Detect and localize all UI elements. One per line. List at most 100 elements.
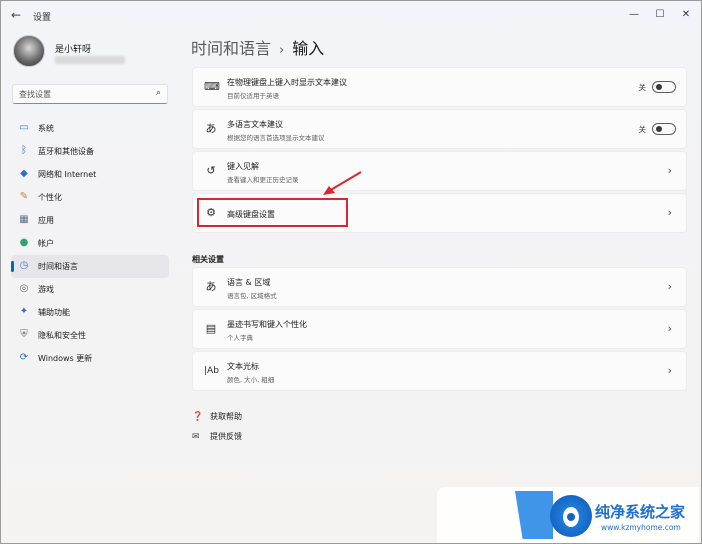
card-title: 键入见解: [227, 162, 259, 171]
breadcrumb-separator: ›: [279, 43, 285, 58]
watermark-title: 纯净系统之家: [595, 503, 686, 521]
watermark: 纯净系统之家 www.kzmyhome.com: [437, 487, 699, 543]
sidebar-item-label: 时间和语言: [38, 262, 78, 271]
title-bar: ← 设置 — ☐ ✕: [1, 1, 701, 31]
sidebar-item-bluetooth[interactable]: ᛒ 蓝牙和其他设备: [11, 140, 169, 163]
bluetooth-icon: ᛒ: [21, 145, 27, 156]
card-subtitle: 根据您的语言首选项显示文本建议: [227, 134, 325, 142]
avatar: [13, 35, 45, 67]
sidebar-item-time-language[interactable]: ◷ 时间和语言: [11, 255, 169, 278]
give-feedback-label: 提供反馈: [210, 432, 242, 441]
chevron-right-icon: ›: [667, 206, 672, 219]
card-title: 墨迹书写和键入个性化: [227, 320, 307, 329]
chevron-right-icon: ›: [667, 164, 672, 177]
setting-card-inking-typing[interactable]: ▤ 墨迹书写和键入个性化 个人字典 ›: [192, 309, 687, 349]
give-feedback-link[interactable]: ✉ 提供反馈: [192, 431, 242, 442]
wifi-icon: ◆: [20, 168, 28, 179]
page-title: 输入: [292, 39, 325, 58]
language-icon: あ: [205, 122, 217, 135]
notebook-icon: ▤: [205, 322, 217, 335]
sidebar-item-label: 帐户: [38, 239, 54, 248]
active-indicator: [11, 261, 14, 272]
maximize-button[interactable]: ☐: [647, 5, 673, 25]
sidebar-item-accounts[interactable]: ● 帐户: [11, 232, 169, 255]
card-title: 语言 & 区域: [227, 278, 271, 287]
sidebar-item-system[interactable]: ▭ 系统: [11, 117, 169, 140]
close-button[interactable]: ✕: [673, 5, 699, 25]
breadcrumb: 时间和语言 › 输入: [191, 35, 324, 59]
setting-card-language-region[interactable]: あ 语言 & 区域 语言包, 区域格式 ›: [192, 267, 687, 307]
feedback-icon: ✉: [192, 432, 200, 442]
card-title: 在物理键盘上键入时显示文本建议: [227, 78, 347, 87]
chevron-right-icon: ›: [667, 364, 672, 377]
window-title: 设置: [33, 13, 52, 23]
card-subtitle: 查看键入和更正历史记录: [227, 176, 299, 184]
toggle-state-label: 关: [638, 125, 647, 134]
watermark-logo-icon: [550, 495, 592, 537]
chevron-right-icon: ›: [667, 280, 672, 293]
card-subtitle: 颜色, 大小, 粗细: [227, 376, 275, 384]
sidebar-item-label: 蓝牙和其他设备: [38, 147, 94, 156]
sidebar-nav: ▭ 系统 ᛒ 蓝牙和其他设备 ◆ 网络和 Internet ✎ 个性化 ▦ 应用…: [11, 117, 169, 370]
keyboard-icon: ⌨: [204, 80, 220, 93]
sidebar-item-apps[interactable]: ▦ 应用: [11, 209, 169, 232]
sidebar-item-personalization[interactable]: ✎ 个性化: [11, 186, 169, 209]
accessibility-icon: ✦: [19, 306, 29, 317]
sidebar-item-label: 个性化: [38, 193, 62, 202]
sidebar-item-label: Windows 更新: [38, 354, 93, 363]
user-name: 是小轩呀: [55, 45, 92, 55]
get-help-link[interactable]: ❓ 获取帮助: [192, 411, 242, 422]
brush-icon: ✎: [19, 191, 29, 202]
card-subtitle: 个人字典: [227, 334, 253, 342]
toggle-switch[interactable]: [652, 81, 676, 93]
gamepad-icon: ◎: [19, 283, 29, 294]
sidebar-item-label: 应用: [38, 216, 54, 225]
monitor-icon: ▭: [19, 122, 29, 133]
card-subtitle: 目前仅适用于英语: [227, 92, 279, 100]
sidebar-item-privacy[interactable]: ⛨ 隐私和安全性: [11, 324, 169, 347]
related-settings-heading: 相关设置: [192, 255, 224, 264]
sidebar-item-network[interactable]: ◆ 网络和 Internet: [11, 163, 169, 186]
sidebar-item-label: 辅助功能: [38, 308, 70, 317]
setting-card-typing-insights[interactable]: ↺ 键入见解 查看键入和更正历史记录 ›: [192, 151, 687, 191]
sidebar-item-label: 系统: [38, 124, 54, 133]
chevron-right-icon: ›: [667, 322, 672, 335]
language-icon: あ: [205, 280, 217, 293]
setting-card-text-cursor[interactable]: |Ab 文本光标 颜色, 大小, 粗细 ›: [192, 351, 687, 391]
help-chat-icon: ❓: [192, 412, 204, 422]
toggle-knob: [656, 126, 662, 132]
clock-globe-icon: ◷: [19, 260, 29, 271]
sidebar-item-gaming[interactable]: ◎ 游戏: [11, 278, 169, 301]
sidebar-item-label: 隐私和安全性: [38, 331, 86, 340]
toggle-knob: [656, 84, 662, 90]
setting-card-physical-keyboard-suggestions[interactable]: ⌨ 在物理键盘上键入时显示文本建议 目前仅适用于英语 关: [192, 67, 687, 107]
search-icon: ⌕: [155, 88, 161, 98]
card-subtitle: 语言包, 区域格式: [227, 292, 277, 300]
sidebar-item-label: 网络和 Internet: [38, 170, 97, 179]
apps-icon: ▦: [19, 214, 29, 225]
minimize-button[interactable]: —: [621, 5, 647, 25]
user-email-blurred: [55, 56, 125, 64]
text-cursor-icon: |Ab: [204, 366, 219, 376]
shield-icon: ⛨: [20, 329, 28, 340]
highlight-annotation-box: [197, 198, 348, 227]
sidebar-item-windows-update[interactable]: ⟳ Windows 更新: [11, 347, 169, 370]
person-icon: ●: [19, 237, 29, 248]
setting-card-multilingual-suggestions[interactable]: あ 多语言文本建议 根据您的语言首选项显示文本建议 关: [192, 109, 687, 149]
toggle-switch[interactable]: [652, 123, 676, 135]
back-arrow-icon[interactable]: ←: [11, 8, 21, 22]
sidebar-item-accessibility[interactable]: ✦ 辅助功能: [11, 301, 169, 324]
history-icon: ↺: [206, 164, 216, 177]
search-input[interactable]: 查找设置 ⌕: [12, 84, 168, 104]
toggle-state-label: 关: [638, 83, 647, 92]
settings-window: ← 设置 — ☐ ✕ 是小轩呀 查找设置 ⌕ ▭ 系统 ᛒ 蓝牙和其他设备 ◆ …: [0, 0, 702, 544]
watermark-url: www.kzmyhome.com: [601, 523, 681, 532]
annotation-arrow-icon: [323, 171, 362, 195]
card-title: 多语言文本建议: [227, 120, 283, 129]
get-help-label: 获取帮助: [210, 412, 242, 421]
breadcrumb-parent[interactable]: 时间和语言: [191, 39, 271, 58]
watermark-decoration: [515, 491, 553, 539]
update-icon: ⟳: [19, 352, 29, 363]
logo-dot: [567, 513, 575, 521]
search-placeholder: 查找设置: [19, 90, 51, 99]
